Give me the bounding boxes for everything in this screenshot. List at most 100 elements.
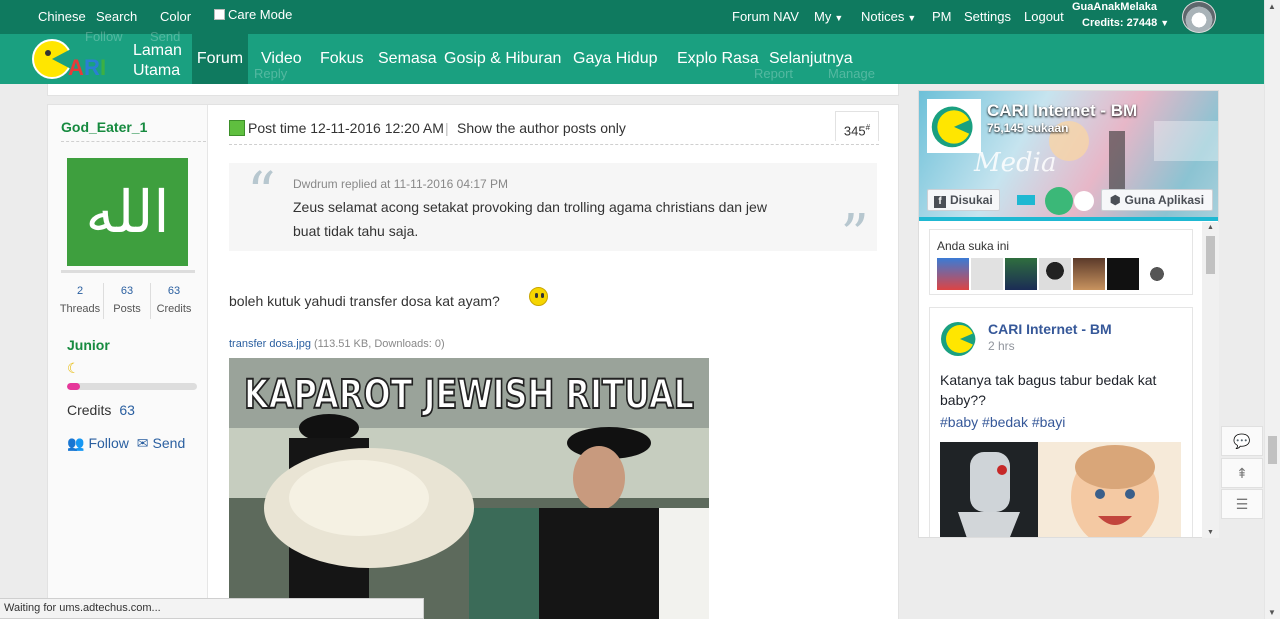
attachment-info: transfer dosa.jpg (113.51 KB, Downloads:… (229, 338, 445, 350)
nav-gosip-hiburan[interactable]: Gosip & Hiburan (444, 34, 561, 84)
nav-explo-rasa[interactable]: Explo Rasa (677, 34, 759, 84)
facebook-cover[interactable]: Media CARI Internet - BM 75,145 sukaan f… (919, 91, 1218, 221)
user-credits-menu[interactable]: Credits: 27448 ▼ (1082, 17, 1169, 29)
fb-post-text: Katanya tak bagus tabur bedak kat baby?? (940, 372, 1157, 408)
friend-avatar[interactable] (1039, 258, 1071, 290)
fb-page-name[interactable]: CARI Internet - BM (987, 101, 1137, 121)
nav-fokus[interactable]: Fokus (320, 34, 364, 84)
nav-home-line2: Utama (133, 62, 181, 79)
fb-post-tags[interactable]: #baby #bedak #bayi (940, 414, 1065, 430)
follow-icon: 👥 (67, 435, 85, 451)
stat-threads-label: Threads (59, 303, 101, 315)
comment-button[interactable]: 💬 (1221, 426, 1263, 456)
my-menu[interactable]: My ▼ (814, 9, 843, 24)
friend-avatar[interactable] (937, 258, 969, 290)
scroll-up-icon[interactable]: ▲ (1207, 224, 1214, 231)
search-link[interactable]: Search (96, 9, 137, 24)
fb-friends-box: Anda suka ini (929, 229, 1193, 295)
care-mode-checkbox[interactable] (214, 9, 225, 20)
back-to-top-button[interactable]: ⇞ (1221, 458, 1263, 488)
nav-video[interactable]: Video (261, 34, 302, 84)
attachment-photo: KAPAROT JEWISH RITUAL (229, 358, 709, 619)
moon-icon: ☾ (67, 360, 80, 376)
divider (150, 283, 151, 319)
fb-app-button[interactable]: ⬢ Guna Aplikasi (1101, 189, 1214, 211)
floor-hash-mark: # (865, 123, 871, 132)
author-panel: God_Eater_1 الله 2 Threads 63 Posts 63 C… (48, 105, 208, 619)
browser-status-bar: Waiting for ums.adtechus.com... (0, 598, 424, 619)
scroll-down-icon[interactable]: ▼ (1268, 608, 1276, 617)
fb-post-photo (940, 442, 1181, 537)
fb-liked-button[interactable]: f Disukai (927, 189, 1000, 211)
nav-selanjutnya[interactable]: Selanjutnya (769, 34, 853, 84)
cari-post-logo[interactable] (940, 318, 980, 358)
nav-semasa[interactable]: Semasa (378, 34, 437, 84)
fb-scrollbar[interactable]: ▲ ▼ (1202, 222, 1219, 538)
cari-logo[interactable]: A R I (32, 37, 118, 81)
author-avatar[interactable]: الله (67, 158, 188, 266)
cari-fb-logo[interactable] (927, 99, 981, 153)
author-actions: 👥 Follow ✉ Send (67, 435, 189, 452)
stat-posts[interactable]: 63 Posts (105, 285, 149, 315)
fb-post-author[interactable]: CARI Internet - BM (988, 321, 1112, 337)
post-header: Post time 12-11-2016 12:20 AM | Show the… (229, 111, 879, 145)
author-name[interactable]: God_Eater_1 (61, 119, 147, 135)
stat-threads-value: 2 (76, 285, 84, 297)
fb-liked-label: Disukai (950, 193, 993, 207)
author-rank[interactable]: Junior (67, 337, 110, 353)
chevron-down-icon: ▼ (834, 13, 844, 23)
stat-threads[interactable]: 2 Threads (58, 285, 102, 315)
friend-avatar[interactable] (1005, 258, 1037, 290)
mail-icon: ✉ (136, 435, 149, 451)
chinese-link[interactable]: Chinese (38, 9, 86, 24)
friend-avatar[interactable] (1073, 258, 1105, 290)
stat-credits-value: 63 (167, 285, 181, 297)
friend-avatar[interactable] (1107, 258, 1139, 290)
nav-gaya-hidup[interactable]: Gaya Hidup (573, 34, 658, 84)
forum-post: God_Eater_1 الله 2 Threads 63 Posts 63 C… (47, 104, 899, 619)
divider (103, 283, 104, 319)
nav-forum[interactable]: Forum (192, 34, 248, 84)
stat-credits[interactable]: 63 Credits (152, 285, 196, 315)
care-mode-toggle[interactable]: Care Mode (214, 7, 292, 22)
attachment-image[interactable]: KAPAROT JEWISH RITUAL (229, 358, 709, 619)
page-scrollbar[interactable]: ▲ ▼ (1264, 0, 1280, 619)
show-author-only-link[interactable]: Show the author posts only (457, 120, 626, 136)
scroll-down-icon[interactable]: ▼ (1207, 529, 1214, 536)
chevron-down-icon: ▼ (1160, 18, 1170, 28)
my-menu-label: My (814, 9, 832, 24)
follow-link[interactable]: Follow (88, 435, 128, 451)
author-credits-value: 63 (119, 402, 135, 418)
pm-link[interactable]: PM (932, 9, 952, 24)
friend-avatar[interactable] (1141, 258, 1173, 290)
attachment-link[interactable]: transfer dosa.jpg (229, 338, 311, 350)
fb-scroll-thumb[interactable] (1206, 236, 1215, 274)
fb-post-time[interactable]: 2 hrs (988, 339, 1015, 353)
svg-text:A: A (68, 55, 84, 80)
svg-text:Media: Media (973, 148, 1056, 178)
send-link[interactable]: Send (153, 435, 186, 451)
page-scroll-thumb[interactable] (1268, 436, 1277, 464)
notices-menu[interactable]: Notices ▼ (861, 9, 916, 24)
quote-close-icon: ” (840, 203, 869, 268)
post-time: Post time 12-11-2016 12:20 AM (248, 120, 444, 136)
quote-open-icon: “ (247, 161, 276, 226)
username-link[interactable]: GuaAnakMelaka (1072, 1, 1157, 13)
post-floor-value: 345 (843, 123, 866, 139)
post-floor-number[interactable]: 345# (835, 111, 879, 141)
user-credits-label: Credits: 27448 (1082, 17, 1158, 29)
nav-home[interactable]: Laman Utama (133, 41, 182, 81)
fb-post-image[interactable] (940, 442, 1181, 537)
scroll-up-icon[interactable]: ▲ (1268, 2, 1276, 11)
nav-home-line1: Laman (133, 42, 182, 59)
list-button[interactable]: ☰ (1221, 489, 1263, 519)
settings-link[interactable]: Settings (964, 9, 1011, 24)
color-link[interactable]: Color (160, 9, 191, 24)
fb-post: CARI Internet - BM 2 hrs Katanya tak bag… (929, 307, 1193, 537)
forum-nav-link[interactable]: Forum NAV (732, 9, 799, 24)
quote-meta[interactable]: Dwdrum replied at 11-11-2016 04:17 PM (293, 177, 508, 191)
facebook-widget: Media CARI Internet - BM 75,145 sukaan f… (918, 90, 1219, 538)
friend-avatar[interactable] (971, 258, 1003, 290)
logout-link[interactable]: Logout (1024, 9, 1064, 24)
user-avatar[interactable] (1182, 1, 1216, 33)
